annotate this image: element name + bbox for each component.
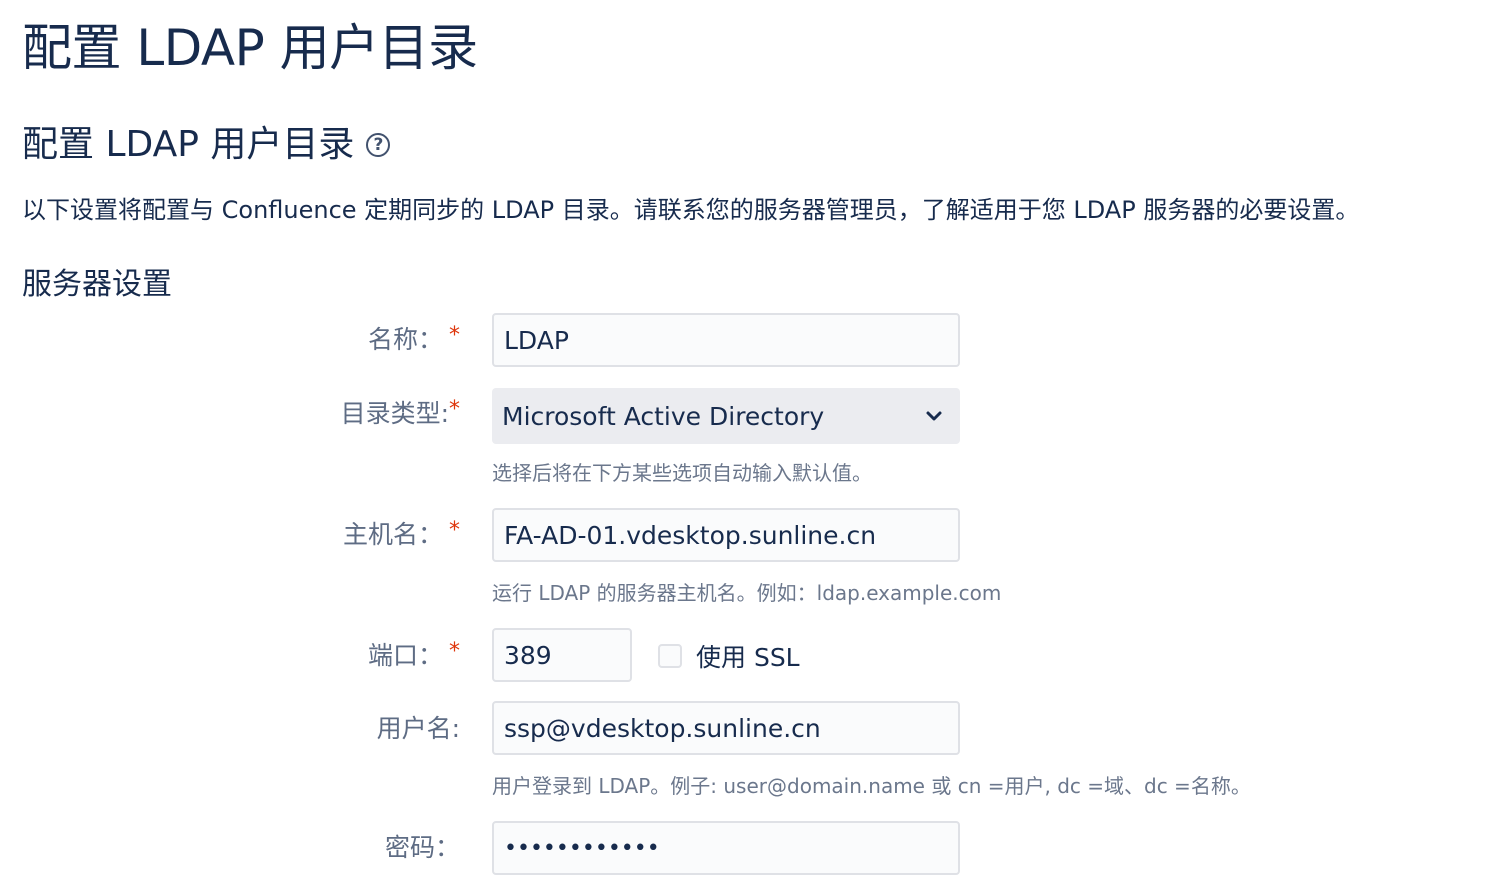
port-label-text: 端口： (367, 641, 443, 670)
intro-text: 以下设置将配置与 Confluence 定期同步的 LDAP 目录。请联系您的服… (22, 196, 1360, 224)
name-input-value: LDAP (504, 325, 569, 355)
page-title: 配置 LDAP 用户目录 (22, 19, 478, 77)
password-input[interactable]: •••••••••••• (492, 821, 960, 875)
port-input-value: 389 (504, 640, 552, 670)
port-label: 端口： * (368, 638, 460, 676)
required-asterisk: * (449, 323, 460, 348)
directory-type-selected: Microsoft Active Directory (502, 401, 825, 431)
username-input[interactable]: ssp@vdesktop.sunline.cn (492, 701, 960, 755)
section-title-text: 配置 LDAP 用户目录 (22, 124, 355, 165)
question-circle-icon[interactable]: ? (366, 133, 391, 157)
directory-type-label: 目录类型:* (341, 396, 460, 434)
use-ssl-label[interactable]: 使用 SSL (696, 638, 800, 674)
required-asterisk: * (449, 397, 460, 422)
directory-type-select[interactable]: Microsoft Active Directory (492, 388, 960, 444)
hostname-input-value: FA-AD-01.vdesktop.sunline.cn (504, 520, 877, 550)
required-asterisk: * (449, 518, 460, 543)
server-settings-heading: 服务器设置 (22, 267, 172, 302)
directory-type-hint: 选择后将在下方某些选项自动输入默认值。 (492, 461, 872, 485)
chevron-down-icon (926, 411, 942, 421)
name-input[interactable]: LDAP (492, 313, 960, 367)
section-title: 配置 LDAP 用户目录 ? (22, 120, 391, 170)
hostname-input[interactable]: FA-AD-01.vdesktop.sunline.cn (492, 508, 960, 562)
hostname-label: 主机名： * (343, 517, 460, 555)
hostname-hint: 运行 LDAP 的服务器主机名。例如：ldap.example.com (492, 581, 1002, 605)
use-ssl-checkbox[interactable] (658, 644, 682, 668)
username-label-text: 用户名: (376, 714, 460, 743)
required-asterisk: * (449, 639, 460, 664)
password-label: 密码： (385, 830, 460, 866)
name-label-text: 名称： (367, 325, 443, 354)
name-label: 名称： * (368, 322, 460, 360)
password-label-text: 密码： (384, 833, 460, 862)
port-input[interactable]: 389 (492, 628, 632, 682)
username-label: 用户名: (377, 711, 460, 747)
use-ssl-option[interactable]: 使用 SSL (658, 636, 800, 676)
directory-type-label-text: 目录类型: (340, 399, 449, 428)
username-input-value: ssp@vdesktop.sunline.cn (504, 713, 821, 743)
password-masked-value: •••••••••••• (504, 835, 660, 861)
username-hint: 用户登录到 LDAP。例子: user@domain.name 或 cn =用户… (492, 774, 1251, 798)
hostname-label-text: 主机名： (342, 520, 443, 549)
